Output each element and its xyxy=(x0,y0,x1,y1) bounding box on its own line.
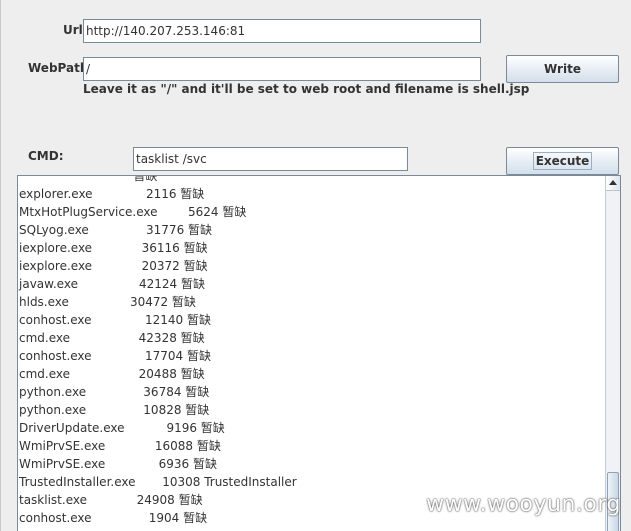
output-line: conhost.exe 17704 暂缺 xyxy=(19,349,211,363)
cmd-label: CMD: xyxy=(28,149,64,163)
output-line: iexplore.exe 20372 暂缺 xyxy=(19,259,208,273)
output-line: cmd.exe 42328 暂缺 xyxy=(19,331,205,345)
output-line: iexplore.exe 36116 暂缺 xyxy=(19,241,208,255)
output-line: 暂缺 xyxy=(19,175,158,183)
output-line: explorer.exe 2116 暂缺 xyxy=(19,187,205,201)
output-line: hlds.exe 30472 暂缺 xyxy=(19,295,196,309)
output-line: python.exe 36784 暂缺 xyxy=(19,385,210,399)
output-line: javaw.exe 42124 暂缺 xyxy=(19,277,205,291)
app-window: Url: WebPath: Write Leave it as "/" and … xyxy=(0,0,631,531)
output-line: cmd.exe 20488 暂缺 xyxy=(19,367,205,381)
cmd-input[interactable] xyxy=(133,147,408,171)
output-line: conhost.exe 12140 暂缺 xyxy=(19,313,211,327)
webpath-input[interactable] xyxy=(83,57,481,81)
write-button[interactable]: Write xyxy=(506,55,619,83)
webpath-hint: Leave it as "/" and it'll be set to web … xyxy=(83,82,530,96)
output-line: WmiPrvSE.exe 6936 暂缺 xyxy=(19,457,218,471)
scroll-up-button[interactable] xyxy=(606,176,620,191)
output-line: WmiPrvSE.exe 16088 暂缺 xyxy=(19,439,221,453)
url-input[interactable] xyxy=(83,19,481,43)
execute-button[interactable]: Execute xyxy=(506,147,619,175)
watermark: www.wooyun.org xyxy=(426,492,621,517)
write-button-label: Write xyxy=(544,62,581,76)
output-line: MtxHotPlugService.exe 5624 暂缺 xyxy=(19,205,247,219)
vertical-scrollbar[interactable] xyxy=(605,176,620,531)
output-line: TrustedInstaller.exe 10308 TrustedInstal… xyxy=(19,475,297,489)
output-lines: 暂缺 explorer.exe 2116 暂缺 MtxHotPlugServic… xyxy=(18,175,604,527)
execute-button-label: Execute xyxy=(532,152,593,170)
output-line: python.exe 10828 暂缺 xyxy=(19,403,210,417)
output-line: SQLyog.exe 31776 暂缺 xyxy=(19,223,213,237)
command-output-area[interactable]: 暂缺 explorer.exe 2116 暂缺 MtxHotPlugServic… xyxy=(17,175,621,531)
chevron-up-icon xyxy=(609,180,617,185)
output-line: DriverUpdate.exe 9196 暂缺 xyxy=(19,421,225,435)
